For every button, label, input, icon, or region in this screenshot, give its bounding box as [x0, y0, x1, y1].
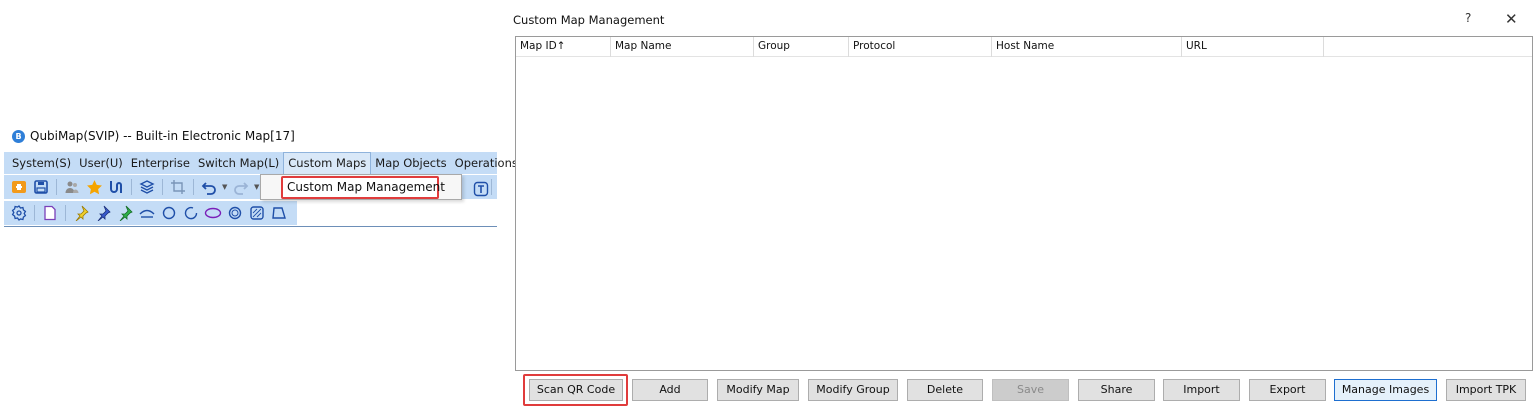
close-icon[interactable]: ✕	[1505, 11, 1518, 27]
delete-button[interactable]: Delete	[907, 379, 983, 401]
circle-dot-icon[interactable]	[226, 204, 244, 222]
toolbar-bottom-border	[4, 226, 497, 227]
layers-icon[interactable]	[138, 178, 156, 196]
toolbar-separator	[491, 179, 492, 195]
import-button[interactable]: Import	[1163, 379, 1240, 401]
redo-icon[interactable]	[232, 178, 250, 196]
toolbar-separator	[131, 179, 132, 195]
app-logo-icon: B	[12, 129, 25, 143]
crop-icon[interactable]	[169, 178, 187, 196]
column-header-map-id[interactable]: Map ID↑	[516, 37, 611, 57]
page-icon[interactable]	[41, 204, 59, 222]
save-button[interactable]: Save	[992, 379, 1069, 401]
help-icon[interactable]: ?	[1465, 11, 1471, 25]
map-table[interactable]: Map ID↑ Map Name Group Protocol Host Nam…	[515, 36, 1533, 371]
save-icon[interactable]	[32, 178, 50, 196]
text-icon[interactable]	[472, 180, 490, 198]
column-header-protocol[interactable]: Protocol	[849, 37, 992, 57]
undo-dropdown-icon[interactable]: ▼	[222, 178, 228, 196]
toolbar-separator	[193, 179, 194, 195]
menu-switch-map[interactable]: Switch Map(L)	[194, 152, 283, 174]
share-button[interactable]: Share	[1078, 379, 1155, 401]
pin-blue-icon[interactable]	[94, 204, 112, 222]
polygon-icon[interactable]	[270, 204, 288, 222]
manage-images-button[interactable]: Manage Images	[1334, 379, 1437, 401]
dialog-title: Custom Map Management	[513, 13, 665, 27]
pin-green-icon[interactable]	[116, 204, 134, 222]
toolbar-separator	[162, 179, 163, 195]
pin-yellow-icon[interactable]	[72, 204, 90, 222]
undo-icon[interactable]	[200, 178, 218, 196]
arc-icon[interactable]	[138, 204, 156, 222]
modify-map-button[interactable]: Modify Map	[717, 379, 799, 401]
settings-icon[interactable]	[10, 204, 28, 222]
column-header-group[interactable]: Group	[754, 37, 849, 57]
menu-enterprise[interactable]: Enterprise	[127, 152, 194, 174]
menu-custom-maps[interactable]: Custom Maps	[283, 152, 372, 174]
toolbar-separator	[34, 205, 35, 221]
toolbar-separator	[65, 205, 66, 221]
circle-icon[interactable]	[160, 204, 178, 222]
users-icon[interactable]	[63, 178, 81, 196]
app-title-bar: B QubiMap(SVIP) -- Built-in Electronic M…	[12, 128, 295, 144]
drawing-toolbar	[4, 201, 297, 225]
custom-maps-submenu: Custom Map Management	[260, 174, 462, 200]
favorite-star-icon[interactable]	[85, 178, 103, 196]
modify-group-button[interactable]: Modify Group	[808, 379, 898, 401]
column-header-url[interactable]: URL	[1182, 37, 1324, 57]
menubar: System(S) User(U) Enterprise Switch Map(…	[4, 152, 536, 174]
add-button[interactable]: Add	[632, 379, 708, 401]
menu-system[interactable]: System(S)	[4, 152, 75, 174]
table-header: Map ID↑ Map Name Group Protocol Host Nam…	[516, 37, 1532, 57]
column-header-map-name[interactable]: Map Name	[611, 37, 754, 57]
custom-map-management-menu-item[interactable]: Custom Map Management	[281, 176, 445, 199]
app-title: QubiMap(SVIP) -- Built-in Electronic Map…	[30, 129, 295, 143]
export-button[interactable]: Export	[1249, 379, 1326, 401]
column-header-filler	[1324, 37, 1532, 57]
rectangle-icon[interactable]	[248, 204, 266, 222]
open-folder-icon[interactable]	[10, 178, 28, 196]
ellipse-icon[interactable]	[204, 204, 222, 222]
menu-map-objects[interactable]: Map Objects	[371, 152, 450, 174]
route-icon[interactable]	[107, 178, 125, 196]
arc-open-icon[interactable]	[182, 204, 200, 222]
scan-qr-code-button[interactable]: Scan QR Code	[529, 379, 623, 401]
menu-user[interactable]: User(U)	[75, 152, 127, 174]
import-tpk-button[interactable]: Import TPK	[1446, 379, 1526, 401]
column-header-host-name[interactable]: Host Name	[992, 37, 1182, 57]
toolbar-separator	[56, 179, 57, 195]
